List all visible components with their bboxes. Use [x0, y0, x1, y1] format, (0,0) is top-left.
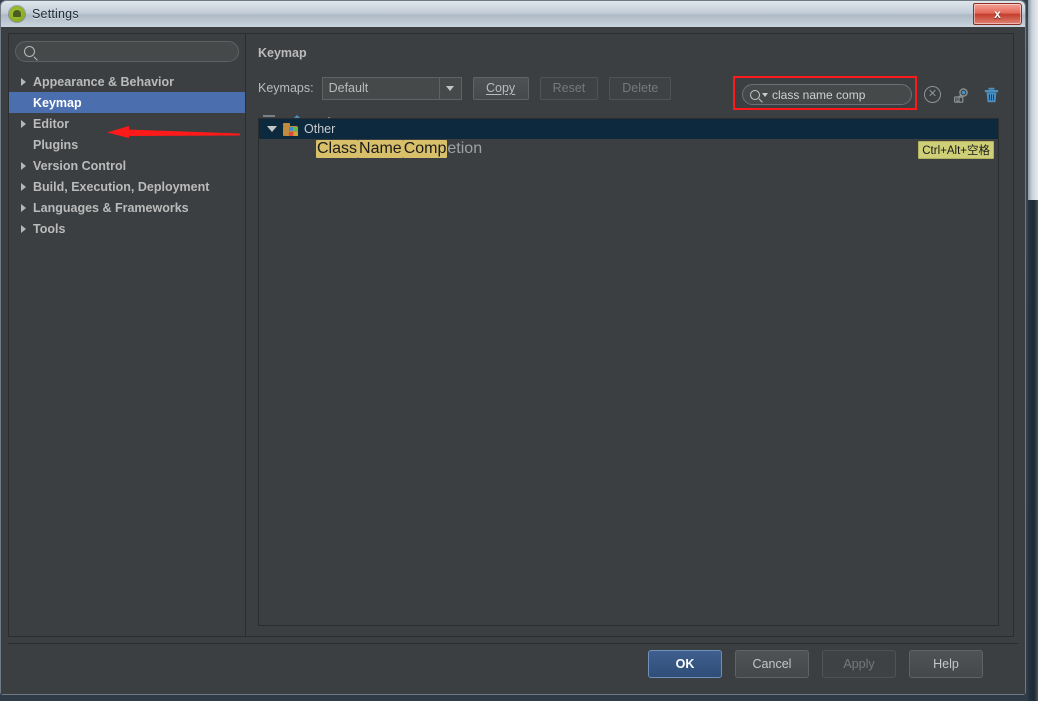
sidebar-item-label: Plugins — [33, 137, 79, 152]
sidebar-item-label: Appearance & Behavior — [33, 74, 175, 89]
cancel-button-label: Cancel — [752, 657, 792, 671]
desktop-right-strip-lower — [1028, 200, 1038, 701]
keymap-select[interactable]: Default — [321, 76, 462, 100]
search-icon — [750, 89, 760, 100]
close-button[interactable]: x — [973, 3, 1022, 25]
reset-button[interactable]: Reset — [539, 76, 599, 100]
sidebar-item-keymap[interactable]: Keymap — [9, 92, 245, 113]
keymap-pane: Keymap Keymaps: Default Copy Reset Delet… — [246, 34, 1013, 636]
chevron-right-icon — [21, 203, 26, 212]
close-icon: x — [994, 7, 1001, 21]
keymaps-label: Keymaps: — [258, 81, 314, 95]
apply-button[interactable]: Apply — [822, 650, 896, 678]
sidebar-search-box[interactable] — [15, 41, 239, 62]
chevron-right-icon — [21, 224, 26, 233]
match-segment: Comp — [402, 140, 448, 158]
chevron-right-icon — [21, 77, 26, 86]
content-area: Appearance & Behavior Keymap Editor Plug… — [8, 33, 1014, 637]
sidebar-item-tools[interactable]: Tools — [9, 218, 245, 239]
action-name-rest: etion — [447, 140, 483, 157]
sidebar-item-version-control[interactable]: Version Control — [9, 155, 245, 176]
dialog-body: Appearance & Behavior Keymap Editor Plug… — [1, 27, 1025, 694]
help-button-label: Help — [933, 657, 959, 671]
sidebar-item-languages-and-frameworks[interactable]: Languages & Frameworks — [9, 197, 245, 218]
chevron-down-icon — [762, 92, 768, 97]
dialog-footer: OK Cancel Apply Help — [8, 642, 1018, 686]
window-title: Settings — [32, 7, 79, 21]
match-segment: Class — [316, 140, 359, 158]
sidebar-item-label: Tools — [33, 221, 66, 236]
find-by-shortcut-icon[interactable] — [954, 87, 971, 103]
copy-button-label: Copy — [486, 81, 516, 95]
table-row[interactable]: Class Name Comp etion Ctrl+Alt+空格 — [259, 139, 998, 159]
clear-icon[interactable]: ✕ — [924, 86, 941, 103]
action-search-area: class name comp ✕ — [733, 76, 999, 110]
title-bar: Settings x — [1, 1, 1025, 27]
match-segment: Name — [358, 140, 403, 158]
keymap-actions-tree: Other Class Name Comp etion Ctrl+Alt+空格 — [258, 118, 999, 626]
delete-button-label: Delete — [622, 81, 659, 95]
copy-button[interactable]: Copy — [472, 76, 529, 100]
chevron-placeholder-icon — [21, 99, 26, 107]
sidebar-item-label: Build, Execution, Deployment — [33, 179, 210, 194]
help-button[interactable]: Help — [909, 650, 983, 678]
shortcut-badge: Ctrl+Alt+空格 — [918, 141, 994, 159]
tree-group-label: Other — [304, 122, 336, 136]
settings-sidebar: Appearance & Behavior Keymap Editor Plug… — [9, 34, 246, 636]
sidebar-item-editor[interactable]: Editor — [9, 113, 245, 134]
chevron-right-icon — [21, 182, 26, 191]
apply-button-label: Apply — [843, 657, 875, 671]
search-input[interactable] — [41, 43, 225, 60]
plugin-folder-icon — [283, 122, 298, 136]
trash-icon[interactable] — [984, 87, 999, 103]
sidebar-item-label: Editor — [33, 116, 70, 131]
sidebar-item-label: Version Control — [33, 158, 127, 173]
chevron-down-icon[interactable] — [267, 126, 277, 132]
ok-button-label: OK — [675, 657, 695, 671]
action-search-value: class name comp — [772, 87, 866, 102]
delete-button[interactable]: Delete — [609, 76, 672, 100]
chevron-right-icon — [21, 119, 26, 128]
chevron-right-icon — [21, 161, 26, 170]
reset-button-label: Reset — [552, 81, 586, 95]
android-studio-icon — [9, 6, 25, 22]
sidebar-item-label: Keymap — [33, 95, 82, 110]
sidebar-item-appearance-and-behavior[interactable]: Appearance & Behavior — [9, 71, 245, 92]
settings-category-tree: Appearance & Behavior Keymap Editor Plug… — [9, 71, 245, 239]
sidebar-item-build-execution-deployment[interactable]: Build, Execution, Deployment — [9, 176, 245, 197]
settings-window: Settings x Appearance & Behavior Keymap … — [0, 0, 1026, 695]
keymap-select-value: Default — [328, 81, 369, 95]
ok-button[interactable]: OK — [648, 650, 722, 678]
cancel-button[interactable]: Cancel — [735, 650, 809, 678]
sidebar-item-plugins[interactable]: Plugins — [9, 134, 245, 155]
chevron-placeholder-icon — [21, 141, 26, 149]
tree-group-row-other[interactable]: Other — [259, 119, 998, 139]
action-search-input[interactable]: class name comp — [742, 84, 912, 105]
page-title: Keymap — [258, 46, 307, 60]
search-icon — [24, 46, 35, 57]
chevron-down-icon[interactable] — [438, 77, 461, 99]
sidebar-item-label: Languages & Frameworks — [33, 200, 189, 215]
